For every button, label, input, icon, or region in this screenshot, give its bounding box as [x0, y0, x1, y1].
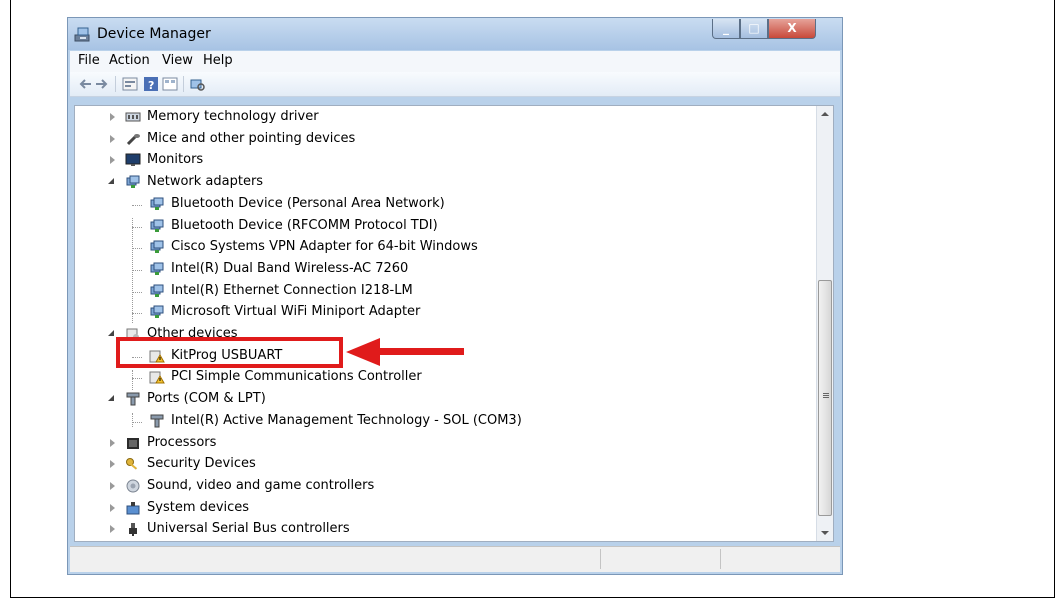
scroll-thumb[interactable] [818, 280, 832, 516]
properties-icon[interactable] [122, 77, 138, 91]
speaker-icon [126, 479, 140, 493]
red-arrow-icon [346, 338, 380, 366]
collapse-arrow-icon[interactable] [108, 178, 114, 185]
toolbar-separator [115, 76, 116, 92]
status-bar [70, 546, 840, 572]
expand-arrow-icon[interactable] [110, 481, 115, 490]
system-devices-icon [126, 501, 140, 515]
usb-icon [129, 523, 137, 537]
processor-icon [127, 437, 139, 449]
tree-guide [132, 291, 142, 293]
tree-guide [132, 313, 142, 315]
memory-icon [125, 112, 141, 122]
tree-guide [132, 226, 142, 228]
tree-item-label: Processors [147, 434, 217, 450]
svg-text:?: ? [148, 79, 154, 91]
tree-item-label: Monitors [147, 152, 204, 168]
tree-item-label: Mice and other pointing devices [147, 130, 356, 146]
scroll-up-icon[interactable] [821, 112, 829, 116]
window-title: Device Manager [97, 26, 211, 42]
expand-arrow-icon[interactable] [110, 134, 115, 143]
view-icon[interactable] [162, 77, 178, 91]
menu-bar: File Action View Help [70, 51, 840, 72]
scroll-down-icon[interactable] [821, 531, 829, 535]
expand-arrow-icon[interactable] [110, 113, 115, 121]
tree-item-label: Security Devices [147, 456, 256, 472]
tree-item-label: PCI Simple Communications Controller [171, 369, 422, 385]
expand-arrow-icon[interactable] [110, 156, 115, 165]
tree-item-label: Network adapters [147, 174, 264, 190]
tree-guide [132, 204, 142, 206]
monitor-icon [125, 153, 141, 167]
expand-arrow-icon[interactable] [110, 503, 115, 512]
network-adapter-icon [150, 262, 164, 275]
tree-guide [132, 248, 142, 250]
maximize-button[interactable]: □ [740, 19, 768, 39]
tree-guide [132, 421, 142, 423]
device-manager-icon [74, 27, 90, 42]
close-button[interactable]: X [768, 19, 816, 39]
tree-guide [132, 378, 142, 380]
tree-guide [132, 413, 133, 427]
tree-item-label: System devices [147, 499, 250, 515]
menu-help[interactable]: Help [203, 53, 233, 68]
title-bar[interactable]: Device Manager _ □ X [68, 18, 842, 50]
network-adapter-icon [150, 240, 164, 254]
key-icon [126, 458, 138, 470]
network-adapter-icon [150, 305, 164, 319]
vertical-scrollbar[interactable] [816, 106, 833, 541]
port-icon [150, 414, 164, 428]
menu-action[interactable]: Action [109, 53, 150, 68]
minimize-button[interactable]: _ [712, 19, 740, 39]
highlight-box [116, 337, 343, 368]
port-icon [126, 392, 140, 406]
tree-item-label: Universal Serial Bus controllers [147, 521, 350, 537]
forward-arrow-icon[interactable] [95, 77, 109, 91]
network-adapter-icon [126, 175, 140, 189]
collapse-arrow-icon[interactable] [108, 330, 114, 336]
tree-item-label: Intel(R) Active Management Technology - … [171, 412, 522, 428]
network-adapter-icon [150, 197, 164, 210]
red-arrow-shaft [376, 348, 464, 355]
tree-item-label: Bluetooth Device (RFCOMM Protocol TDI) [171, 217, 438, 233]
menu-file[interactable]: File [78, 53, 100, 68]
tree-item-label: Cisco Systems VPN Adapter for 64-bit Win… [171, 239, 478, 255]
toolbar-separator [183, 76, 184, 92]
tree-guide [132, 269, 142, 271]
tree-item-label: Ports (COM & LPT) [147, 391, 266, 407]
mouse-icon [126, 133, 140, 145]
tree-item-label: Sound, video and game controllers [147, 477, 375, 493]
expand-arrow-icon[interactable] [110, 438, 115, 447]
toolbar: ? [70, 72, 840, 97]
network-adapter-icon [150, 284, 164, 297]
warning-device-icon [149, 371, 165, 384]
collapse-arrow-icon[interactable] [108, 395, 114, 402]
menu-view[interactable]: View [162, 53, 193, 68]
tree-item-label: Intel(R) Dual Band Wireless-AC 7260 [171, 260, 409, 276]
tree-item-label: Intel(R) Ethernet Connection I218-LM [171, 282, 413, 298]
device-tree: Memory technology driver Mice and other p… [74, 105, 834, 542]
tree-item-label: Microsoft Virtual WiFi Miniport Adapter [171, 304, 421, 320]
tree-item-label: Memory technology driver [147, 109, 319, 124]
scan-hardware-icon[interactable] [189, 77, 205, 91]
network-adapter-icon [150, 219, 164, 232]
device-manager-window: Device Manager _ □ X File Action View He… [67, 17, 843, 575]
back-arrow-icon[interactable] [78, 77, 92, 91]
tree-guide [132, 370, 133, 390]
help-icon[interactable]: ? [144, 77, 158, 91]
tree-item-label: Bluetooth Device (Personal Area Network) [171, 195, 445, 211]
expand-arrow-icon[interactable] [110, 460, 115, 469]
expand-arrow-icon[interactable] [110, 525, 115, 534]
